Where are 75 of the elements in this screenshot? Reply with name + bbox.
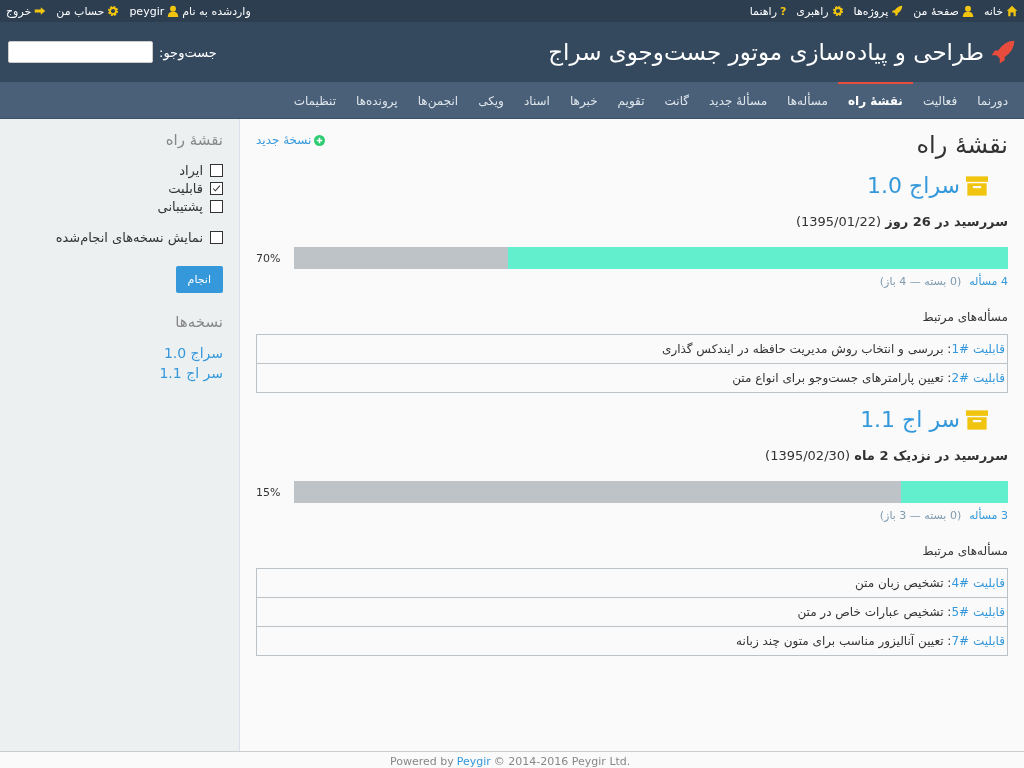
related-issues-label: مسأله‌های مرتبط bbox=[921, 310, 1008, 324]
home-icon bbox=[1006, 5, 1018, 17]
version-link[interactable]: سراج 1.0 bbox=[867, 173, 960, 198]
issue-link[interactable]: قابلیت #4 bbox=[951, 576, 1005, 590]
user-icon bbox=[961, 5, 974, 17]
issue-cell: قابلیت #5: تشخیص عبارات خاص در متن bbox=[256, 597, 1008, 627]
issue-breakdown: (0 بسته — 4 باز) bbox=[879, 275, 962, 288]
footer-link[interactable]: Peygir bbox=[456, 754, 491, 768]
nav-tab[interactable]: پرونده‌ها bbox=[346, 82, 408, 118]
account-link[interactable]: حساب من bbox=[56, 4, 120, 18]
account-link[interactable]: خروج bbox=[6, 4, 47, 18]
nav-tab[interactable]: ویکی bbox=[468, 82, 514, 118]
top-menu-link[interactable]: خانه bbox=[983, 4, 1018, 18]
checkbox-label: نمایش نسخه‌های انجام‌شده bbox=[55, 230, 203, 245]
related-issues-label: مسأله‌های مرتبط bbox=[921, 544, 1008, 558]
new-version-link[interactable]: نسخهٔ جدید bbox=[256, 133, 326, 147]
nav-tab[interactable]: اسناد bbox=[513, 82, 560, 118]
rocket-icon bbox=[990, 39, 1016, 65]
footer-text: © 2014-2016 Peygir Ltd. bbox=[493, 754, 631, 768]
search-label: جست‌وجو: bbox=[159, 44, 217, 60]
checkbox[interactable] bbox=[210, 200, 223, 213]
arrow-icon bbox=[34, 5, 47, 17]
nav-tab[interactable]: دورنما bbox=[967, 82, 1018, 118]
progress-percent: 70% bbox=[256, 251, 282, 265]
issue-cell: قابلیت #4: تشخیص زبان متن bbox=[256, 568, 1008, 598]
search-field[interactable] bbox=[8, 41, 153, 63]
issue-cell: قابلیت #1: بررسی و انتخاب روش مدیریت حافظه در ایندکس گذاری bbox=[256, 334, 1008, 364]
issue-count-link[interactable]: 4 مسأله bbox=[969, 275, 1008, 288]
issue-link[interactable]: قابلیت #5 bbox=[951, 605, 1005, 619]
user-icon bbox=[167, 5, 180, 17]
progress-percent: 15% bbox=[256, 485, 282, 499]
check-icon bbox=[212, 184, 221, 193]
nav-tab[interactable]: مسألهٔ جدید bbox=[699, 82, 778, 118]
username-link[interactable]: peygir bbox=[129, 4, 165, 18]
nav-tab[interactable]: گانت bbox=[654, 82, 699, 118]
version-link[interactable]: سر اج 1.1 bbox=[860, 407, 960, 432]
checkbox[interactable] bbox=[210, 182, 223, 195]
gear-icon bbox=[107, 5, 120, 17]
apply-button[interactable]: انجام bbox=[175, 266, 223, 293]
plus-circle-icon bbox=[314, 134, 326, 146]
issue-breakdown: (0 بسته — 3 باز) bbox=[879, 509, 962, 522]
gear-icon bbox=[831, 5, 844, 17]
nav-tab[interactable]: خبرها bbox=[559, 82, 608, 118]
versions-title: نسخه‌ها bbox=[174, 313, 223, 331]
top-menu-link[interactable]: صفحهٔ من bbox=[913, 4, 974, 18]
logged-in-label: واردشده به نام bbox=[182, 4, 251, 18]
issue-link[interactable]: قابلیت #7 bbox=[951, 634, 1005, 648]
checkbox-label: ایراد bbox=[179, 163, 203, 178]
issue-cell: قابلیت #7: تعیین آنالیزور مناسب برای متون چند زبانه bbox=[256, 626, 1008, 656]
checkbox-label: پشتیبانی bbox=[157, 199, 203, 214]
archive-box-icon bbox=[966, 174, 988, 197]
checkbox[interactable] bbox=[210, 231, 223, 244]
footer-text: Powered by bbox=[390, 754, 454, 768]
nav-tab[interactable]: فعالیت bbox=[912, 82, 968, 118]
nav-tab[interactable]: مسأله‌ها bbox=[777, 82, 838, 118]
issue-count-link[interactable]: 3 مسأله bbox=[969, 509, 1008, 522]
checkbox-label: قابلیت bbox=[168, 181, 203, 196]
checkbox[interactable] bbox=[210, 164, 223, 177]
rocket-icon bbox=[891, 5, 904, 17]
issue-cell: قابلیت #2: تعیین پارامترهای جست‌وجو برای انواع متن bbox=[256, 363, 1008, 393]
sidebar-title: نقشهٔ راه bbox=[164, 131, 223, 149]
issue-link[interactable]: قابلیت #2 bbox=[951, 371, 1005, 385]
issue-link[interactable]: قابلیت #1 bbox=[951, 342, 1005, 356]
project-title: طراحی و پیاده‌سازی موتور جست‌وجوی سراج bbox=[548, 39, 984, 65]
archive-box-icon bbox=[966, 408, 988, 431]
help-icon: ? bbox=[779, 4, 787, 18]
top-menu-link[interactable]: راهبری bbox=[796, 4, 844, 18]
version-link[interactable]: سر اج 1.1 bbox=[0, 365, 223, 381]
top-menu-link[interactable]: پروژه‌ها bbox=[853, 4, 904, 18]
nav-tab[interactable]: تنظیمات bbox=[283, 82, 346, 118]
page-title: نقشهٔ راه bbox=[916, 131, 1008, 159]
top-menu-link[interactable]: ? راهنما bbox=[749, 4, 787, 18]
nav-tab[interactable]: تقویم bbox=[607, 82, 655, 118]
version-link[interactable]: سراج 1.0 bbox=[0, 345, 223, 361]
nav-tab[interactable]: انجمن‌ها bbox=[407, 82, 469, 118]
